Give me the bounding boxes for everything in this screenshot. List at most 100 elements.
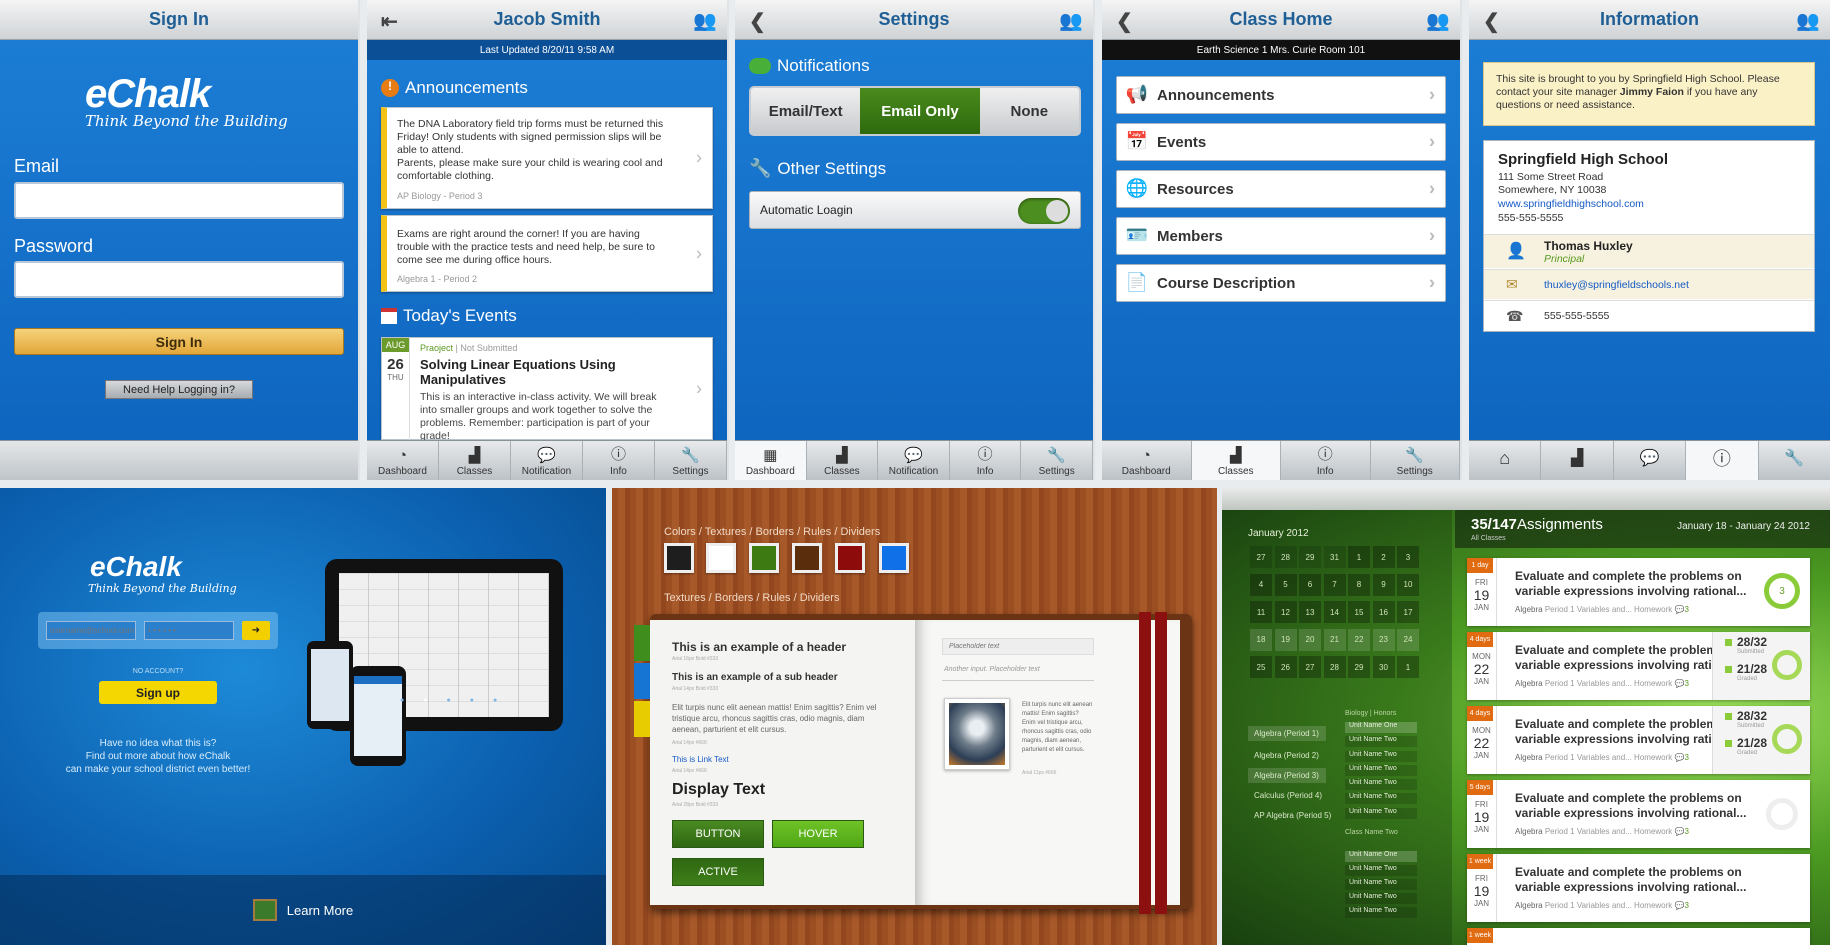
back-icon[interactable]: ❮: [1483, 9, 1500, 34]
calendar-day[interactable]: 12: [1274, 601, 1297, 623]
calendar-day[interactable]: 6: [1299, 573, 1321, 596]
menu-course-description[interactable]: 📄 Course Description ›: [1116, 264, 1446, 302]
calendar-day[interactable]: 10: [1397, 573, 1419, 596]
tab-notification[interactable]: 💬: [1614, 441, 1687, 480]
calendar-day[interactable]: 26: [1274, 656, 1297, 678]
sample-active-button[interactable]: ACTIVE: [672, 858, 764, 886]
tab-settings[interactable]: 🔧 Settings: [1371, 441, 1460, 480]
tab-dashboard[interactable]: ◔ Dashboard: [367, 441, 439, 480]
menu-events[interactable]: 📅 Events ›: [1116, 123, 1446, 161]
logout-icon[interactable]: ⇤: [381, 9, 398, 34]
class-group-item[interactable]: Calculus (Period 4): [1248, 788, 1328, 803]
back-icon[interactable]: ❮: [749, 9, 766, 34]
unit-item[interactable]: Unit Name Two: [1345, 765, 1417, 776]
unit-item[interactable]: Unit Name One: [1345, 851, 1417, 862]
class-group-item[interactable]: AP Algebra (Period 5): [1248, 808, 1337, 823]
signin-button[interactable]: Sign In: [14, 328, 344, 355]
calendar-day[interactable]: 28: [1274, 546, 1297, 568]
tab-settings[interactable]: 🔧 Settings: [655, 441, 727, 480]
assignment-card[interactable]: 1 week FRI 19 JAN Evaluate and complete the …: [1467, 854, 1810, 922]
segment-none[interactable]: None: [979, 88, 1079, 134]
calendar-day[interactable]: 25: [1250, 656, 1272, 678]
calendar-day[interactable]: 16: [1372, 601, 1395, 623]
menu-members[interactable]: 🪪 Members ›: [1116, 217, 1446, 255]
unit-item[interactable]: Unit Name Two: [1345, 751, 1417, 762]
calendar-day[interactable]: 7: [1323, 573, 1346, 596]
calendar-day[interactable]: 2: [1372, 546, 1395, 568]
signup-button[interactable]: Sign up: [99, 681, 217, 704]
carousel-dots[interactable]: ● ● ● ● ●: [400, 697, 497, 704]
username-input[interactable]: [46, 621, 136, 640]
landing-password-input[interactable]: [144, 621, 234, 640]
calendar-day[interactable]: 14: [1323, 601, 1346, 623]
unit-item[interactable]: Unit Name Two: [1345, 879, 1417, 890]
unit-item[interactable]: Unit Name Two: [1345, 736, 1417, 747]
calendar-day[interactable]: 30: [1372, 656, 1395, 678]
unit-item[interactable]: Unit Name Two: [1345, 865, 1417, 876]
tab-info[interactable]: ⓘ: [1686, 441, 1759, 480]
login-arrow-button[interactable]: ➜: [242, 621, 270, 640]
unit-item[interactable]: Unit Name One: [1345, 722, 1417, 733]
tab-settings[interactable]: 🔧 Settings: [1021, 441, 1093, 480]
calendar-day[interactable]: 23: [1372, 628, 1395, 651]
people-icon[interactable]: 👥: [693, 9, 717, 33]
auto-login-toggle[interactable]: [1018, 198, 1070, 224]
assignment-card[interactable]: 5 days FRI 19 JAN Evaluate and complete the …: [1467, 780, 1810, 848]
email-row[interactable]: ✉ thuxley@springfieldschools.net: [1484, 269, 1814, 299]
assignment-card[interactable]: 4 days MON 22 JAN Evaluate and complete the …: [1467, 706, 1810, 774]
menu-resources[interactable]: 🌐 Resources ›: [1116, 170, 1446, 208]
people-icon[interactable]: 👥: [1426, 9, 1450, 33]
calendar-day[interactable]: 21: [1323, 628, 1346, 651]
calendar-day[interactable]: 18: [1250, 628, 1272, 651]
announcement-card[interactable]: The DNA Laboratory field trip forms must…: [381, 107, 713, 209]
segment-email-text[interactable]: Email/Text: [751, 88, 861, 134]
tab-info[interactable]: ⓘ Info: [583, 441, 655, 480]
learn-more-link[interactable]: Learn More: [287, 903, 353, 918]
help-login-button[interactable]: Need Help Logging in?: [105, 380, 253, 399]
calendar-day[interactable]: 27: [1299, 656, 1321, 678]
tab-settings[interactable]: 🔧: [1759, 441, 1830, 480]
tab-info[interactable]: ⓘ Info: [1281, 441, 1371, 480]
sample-link[interactable]: This is Link Text: [672, 755, 729, 764]
tab-notification[interactable]: 💬 Notification: [878, 441, 950, 480]
calendar-day[interactable]: 13: [1299, 601, 1321, 623]
calendar-day[interactable]: 31: [1323, 546, 1346, 568]
unit-item[interactable]: Unit Name Two: [1345, 793, 1417, 804]
email-field[interactable]: [14, 182, 344, 219]
tab-notification[interactable]: 💬 Notification: [511, 441, 583, 480]
calendar-day[interactable]: 1: [1348, 546, 1370, 568]
unit-item[interactable]: Unit Name Two: [1345, 779, 1417, 790]
tab-home[interactable]: ⌂: [1469, 441, 1542, 480]
unit-item[interactable]: Unit Name Two: [1345, 808, 1417, 819]
tab-classes[interactable]: ▟ Classes: [807, 441, 879, 480]
learn-more-bar[interactable]: Learn More: [0, 875, 606, 945]
principal-email[interactable]: thuxley@springfieldschools.net: [1544, 279, 1689, 291]
calendar-day[interactable]: 28: [1323, 656, 1346, 678]
assignment-card[interactable]: 1 week: [1467, 928, 1810, 945]
sample-hover-button[interactable]: HOVER: [772, 820, 864, 848]
tab-classes[interactable]: ▟ Classes: [1191, 441, 1281, 480]
announcement-card[interactable]: Exams are right around the corner! If yo…: [381, 215, 713, 292]
placeholder-input-2[interactable]: Another input. Placeholder text: [942, 666, 1094, 681]
calendar-day[interactable]: 27: [1250, 546, 1272, 568]
calendar-day[interactable]: 19: [1274, 628, 1297, 651]
assignment-card[interactable]: 1 day FRI 19 JAN Evaluate and complete the p…: [1467, 558, 1810, 626]
calendar-day[interactable]: 24: [1397, 628, 1419, 651]
tab-classes[interactable]: ▟ Classes: [439, 441, 511, 480]
people-icon[interactable]: 👥: [1796, 9, 1820, 33]
tab-dashboard[interactable]: ▦ Dashboard: [735, 441, 807, 480]
event-card[interactable]: AUG 26 THU Praoject | Not Submitted Solv…: [381, 337, 713, 442]
school-website-link[interactable]: www.springfieldhighschool.com: [1498, 198, 1644, 210]
tab-info[interactable]: ⓘ Info: [950, 441, 1022, 480]
calendar-day[interactable]: 3: [1397, 546, 1419, 568]
class-group-item[interactable]: Algebra (Period 3): [1248, 768, 1326, 783]
calendar-day[interactable]: 29: [1348, 656, 1370, 678]
back-icon[interactable]: ❮: [1116, 9, 1133, 34]
calendar-day[interactable]: 15: [1348, 601, 1370, 623]
calendar-day[interactable]: 1: [1397, 656, 1419, 678]
sample-button[interactable]: BUTTON: [672, 820, 764, 848]
calendar-day[interactable]: 5: [1274, 573, 1297, 596]
segment-email-only[interactable]: Email Only: [860, 88, 980, 134]
class-group-item[interactable]: Algebra (Period 2): [1248, 748, 1325, 763]
tab-classes[interactable]: ▟: [1541, 441, 1614, 480]
